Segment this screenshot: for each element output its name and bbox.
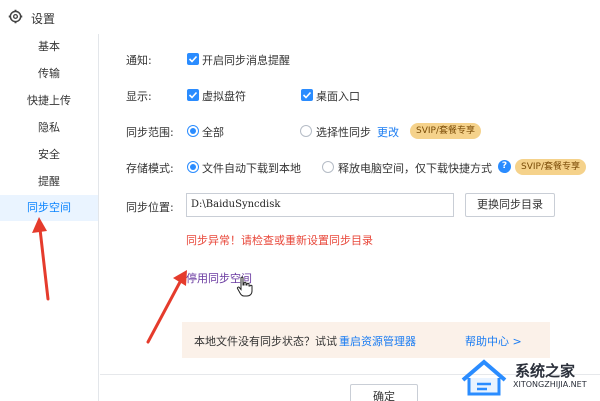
confirm-button[interactable]: 确定 — [350, 384, 418, 401]
sidebar-item-quick-upload[interactable]: 快捷上传 — [0, 88, 98, 114]
sidebar-item-basic[interactable]: 基本 — [0, 34, 98, 60]
window-title: 设置 — [31, 12, 56, 26]
watermark-domain: XITONGZHIJIA.NET — [513, 380, 587, 389]
desktop-entry-label: 桌面入口 — [316, 90, 360, 103]
display-label: 显示: — [126, 90, 152, 103]
sync-path-field[interactable]: D:\BaiduSyncdisk — [186, 193, 454, 217]
checkmark-icon — [188, 91, 198, 99]
sidebar-item-transfer[interactable]: 传输 — [0, 61, 98, 87]
sync-error-text: 同步异常！请检查或重新设置同步目录 — [186, 234, 373, 247]
watermark-name: 系统之家 — [515, 362, 576, 380]
selective-sync-label: 选择性同步 — [316, 126, 371, 139]
svip-badge: SVIP/套餐专享 — [410, 123, 481, 139]
checkmark-icon — [188, 55, 198, 63]
notify-checkbox[interactable] — [187, 53, 199, 65]
free-space-radio[interactable] — [322, 161, 334, 173]
hand-cursor-icon — [236, 276, 253, 297]
gear-icon — [8, 9, 23, 24]
sync-all-radio[interactable] — [187, 125, 199, 137]
checkmark-icon — [302, 91, 312, 99]
virtual-drive-label: 虚拟盘符 — [202, 90, 246, 103]
notify-label: 通知: — [126, 54, 152, 67]
free-space-label: 释放电脑空间，仅下载快捷方式 — [338, 162, 492, 175]
sync-all-label: 全部 — [202, 126, 224, 139]
sidebar-item-privacy[interactable]: 隐私 — [0, 115, 98, 141]
desktop-entry-checkbox[interactable] — [301, 89, 313, 101]
info-bar: 本地文件没有同步状态？试试 重启资源管理器 帮助中心 > — [182, 322, 550, 358]
arrow-icon — [146, 270, 187, 344]
sync-location-label: 同步位置: — [126, 201, 174, 214]
house-logo-icon — [461, 359, 507, 396]
svip-badge: SVIP/套餐专享 — [515, 159, 586, 175]
watermark-logo: 系统之家 XITONGZHIJIA.NET — [455, 356, 600, 401]
change-sync-folder-button[interactable]: 更换同步目录 — [465, 193, 555, 217]
auto-download-label: 文件自动下载到本地 — [202, 162, 301, 175]
help-center-link[interactable]: 帮助中心 > — [465, 333, 522, 349]
arrow-icon — [32, 217, 50, 301]
sidebar-item-reminder[interactable]: 提醒 — [0, 169, 98, 195]
title-bar: 设置 — [0, 0, 600, 34]
notify-option-label: 开启同步消息提醒 — [202, 54, 290, 67]
question-icon[interactable]: ? — [498, 160, 511, 173]
sync-scope-label: 同步范围: — [126, 126, 174, 139]
change-scope-link[interactable]: 更改 — [377, 124, 399, 140]
storage-mode-label: 存储模式: — [126, 162, 174, 175]
sidebar-item-security[interactable]: 安全 — [0, 142, 98, 168]
auto-download-radio[interactable] — [187, 161, 199, 173]
restart-explorer-link[interactable]: 重启资源管理器 — [339, 333, 416, 349]
info-question-text: 本地文件没有同步状态？试试 — [194, 335, 337, 348]
virtual-drive-checkbox[interactable] — [187, 89, 199, 101]
selective-sync-radio[interactable] — [300, 125, 312, 137]
